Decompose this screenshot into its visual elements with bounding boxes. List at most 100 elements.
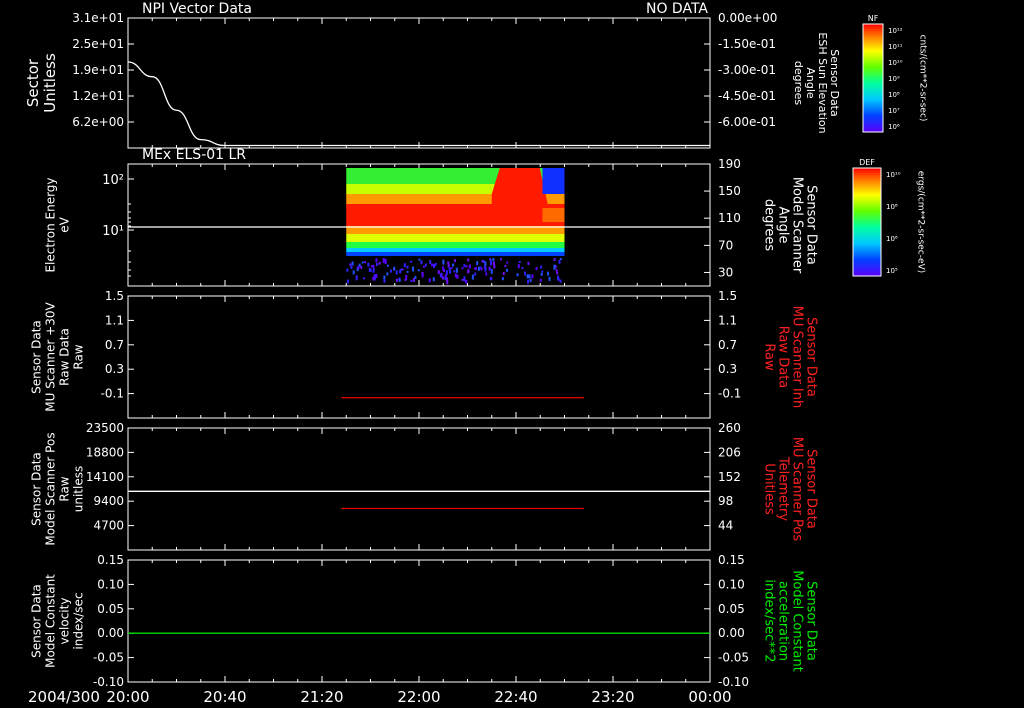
spectrogram-noise-pixel	[456, 274, 459, 279]
spectrogram-noise-pixel	[346, 268, 349, 272]
spectrogram-noise-pixel	[363, 277, 366, 280]
time-tick-label: 20:00	[106, 688, 149, 706]
spectrogram-noise-pixel	[450, 267, 453, 270]
spectrogram-blue-patch	[542, 168, 565, 194]
right-y-tick-label: 152	[718, 470, 741, 484]
right-y-tick-label: 0.00e+00	[718, 11, 777, 25]
spectrogram-noise-pixel	[547, 271, 550, 276]
spectrogram-noise-pixel	[372, 264, 375, 268]
panel-title: MEx ELS-01 LR	[142, 147, 246, 163]
spectrogram-band	[346, 234, 565, 242]
spectrogram-noise-pixel	[461, 267, 464, 270]
spectrogram-noise-pixel	[481, 260, 484, 263]
spectrogram-noise-pixel	[524, 271, 527, 276]
colorbar-tick-label: 10⁶	[886, 235, 898, 243]
spectrogram-noise-pixel	[535, 267, 538, 271]
spectrogram-noise-pixel	[406, 265, 409, 269]
y-tick-label: 1.5	[105, 289, 124, 303]
spectrogram-noise-pixel	[471, 274, 474, 280]
spectrogram-noise-pixel	[517, 264, 520, 269]
panel-frame	[127, 559, 711, 683]
y-axis-title: MU Scanner +30V	[44, 302, 58, 412]
spectrogram-noise-pixel	[350, 264, 353, 269]
spectrogram-noise-pixel	[429, 259, 432, 264]
spectrogram-noise-pixel	[406, 270, 409, 273]
spectrogram-noise-pixel	[539, 278, 542, 282]
spectrogram-noise-pixel	[378, 261, 381, 265]
y-tick-label: -0.05	[93, 651, 124, 665]
spectrogram-noise-pixel	[463, 264, 466, 268]
series-line	[127, 61, 710, 147]
time-tick-label: 00:00	[688, 688, 731, 706]
y-tick-label: 18800	[86, 445, 124, 459]
right-axis-title: acceleration	[776, 581, 791, 661]
spectrogram-noise-pixel	[430, 263, 433, 267]
spectrogram-noise-pixel	[442, 270, 445, 273]
spectrogram-band	[346, 248, 565, 252]
colorbar-tick-label: 10⁸	[886, 203, 898, 211]
spectrogram-noise-pixel	[442, 266, 445, 271]
y-tick-label: 0.05	[97, 602, 124, 616]
y-tick-label: 23500	[86, 421, 124, 435]
mex-els-summary-plot: 3.1e+012.5e+011.9e+011.2e+016.2e+000.00e…	[24, 1, 928, 706]
right-y-tick-label: 0.3	[718, 362, 737, 376]
axis-labels: 3.1e+012.5e+011.9e+011.2e+016.2e+000.00e…	[24, 1, 841, 689]
right-y-tick-label: 150	[718, 184, 741, 198]
spectrogram-noise-pixel	[364, 261, 367, 264]
spectrogram-noise-pixel	[352, 270, 355, 275]
right-y-tick-label: 98	[718, 494, 733, 508]
spectrogram-noise-pixel	[404, 279, 407, 282]
colorbar-scale	[852, 167, 882, 277]
right-axis-title: Angle	[776, 207, 791, 244]
panel-frame	[127, 17, 711, 149]
y-axis-title: Unitless	[41, 53, 59, 113]
spectrogram-noise-pixel	[444, 277, 447, 281]
right-axis-title: MU Scanner Pos	[790, 437, 805, 542]
spectrogram-noise-pixel	[442, 259, 445, 265]
colorbars: NF 10¹² 10¹¹ 10¹⁰ 10⁹ 10⁸ 10⁷ 10⁶ cnts/(cm**2-sr…	[852, 14, 928, 277]
y-axis-title: Raw	[58, 476, 72, 501]
spectrogram-noise-pixel	[455, 267, 458, 273]
spectrogram-noise-pixel	[516, 273, 519, 277]
y-axis-title: Raw	[72, 344, 86, 369]
y-tick-label: 0.10	[97, 577, 124, 591]
spectrogram-noise-pixel	[504, 265, 507, 268]
spectrogram-noise-pixel	[474, 267, 477, 270]
time-axis: 2004/300 20:00 20:40 21:20 22:00 22:40 23:20 00…	[28, 688, 732, 706]
y-axis-title: index/sec	[72, 592, 86, 649]
spectrogram-noise-pixel	[555, 269, 558, 272]
right-y-tick-label: -6.00e-01	[718, 115, 776, 129]
spectrogram-noise-pixel	[501, 277, 504, 281]
colorbar-tick-label: 10⁸	[888, 91, 900, 99]
right-y-tick-label: 0.00	[718, 626, 745, 640]
spectrogram-noise-pixel	[553, 264, 556, 270]
panel-frame	[127, 295, 711, 419]
spectrogram-noise-pixel	[518, 261, 521, 264]
spectrogram-noise-pixel	[506, 268, 509, 272]
spectrogram-noise-pixel	[351, 261, 354, 266]
right-y-tick-label: -0.1	[718, 387, 741, 401]
colorbar-tick-label: 10⁷	[888, 107, 900, 115]
spectrogram-band	[346, 252, 565, 256]
spectrogram-noise-pixel	[526, 274, 529, 279]
right-axis-title: Telemetry	[776, 456, 791, 521]
y-tick-label: 1.1	[105, 313, 124, 327]
right-axis-title: Model Scanner	[790, 177, 805, 274]
y-tick-label: 4700	[93, 519, 124, 533]
spectrogram-noise-pixel	[488, 266, 491, 271]
right-y-tick-label: 30	[718, 265, 733, 279]
right-y-tick-label: 206	[718, 445, 741, 459]
spectrogram-noise-pixel	[398, 278, 401, 282]
spectrogram-orange-patch	[542, 208, 565, 222]
spectrogram-noise-pixel	[468, 264, 471, 269]
spectrogram-noise-pixel	[541, 270, 544, 273]
electron-spectrogram	[346, 168, 565, 285]
y-tick-label: 10¹	[102, 224, 124, 239]
spectrogram-noise-pixel	[418, 258, 421, 261]
spectrogram-noise-pixel	[414, 275, 417, 279]
colorbar-tick-label: 10¹²	[888, 27, 903, 35]
right-y-tick-label: 44	[718, 519, 733, 533]
y-axis-title: unitless	[72, 466, 86, 512]
y-axis-title: eV	[58, 216, 72, 232]
spectrogram-noise-pixel	[372, 267, 375, 273]
